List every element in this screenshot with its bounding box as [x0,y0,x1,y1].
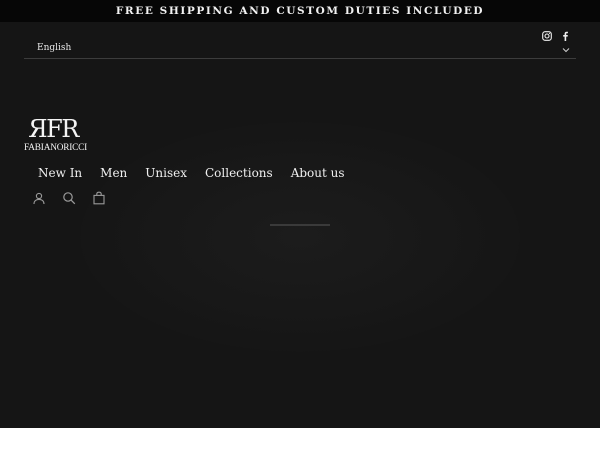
logo-mark: ЯFR [28,115,79,143]
cart-icon[interactable] [92,190,106,205]
hero-background-glow [80,122,520,352]
logo-wordmark: FABIANORICCI [24,143,88,153]
nav-item-men[interactable]: Men [100,166,127,180]
page-bottom-area [0,428,600,450]
brand-logo[interactable]: ЯFR FABIANORICCI [24,115,88,160]
announcement-text: FREE SHIPPING AND CUSTOM DUTIES INCLUDED [115,5,485,17]
loading-indicator [270,224,330,226]
hero-section: English ЯFR FABIANORICCI New In Men Unis… [0,22,600,428]
nav-item-collections[interactable]: Collections [205,166,273,180]
search-icon[interactable] [62,190,76,205]
social-links [542,26,570,41]
facebook-icon[interactable] [560,26,570,41]
account-icon[interactable] [32,190,46,205]
nav-item-unisex[interactable]: Unisex [145,166,187,180]
announcement-bar: FREE SHIPPING AND CUSTOM DUTIES INCLUDED [0,0,600,22]
language-label: English [37,43,72,53]
language-selector[interactable]: English [24,36,576,59]
nav-item-about-us[interactable]: About us [291,166,345,180]
chevron-down-icon [562,46,570,53]
header-utilities [32,190,106,205]
nav-item-new-in[interactable]: New In [38,166,82,180]
main-nav: New In Men Unisex Collections About us [38,166,345,180]
instagram-icon[interactable] [542,26,552,41]
